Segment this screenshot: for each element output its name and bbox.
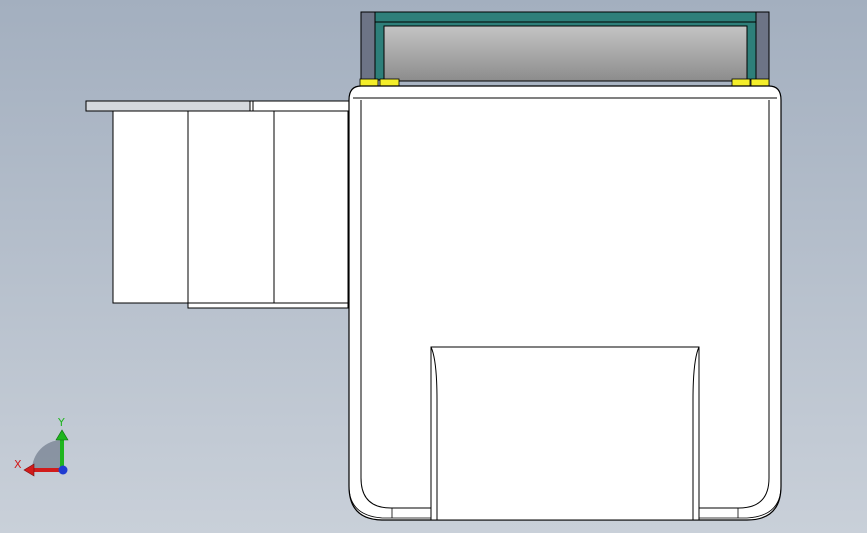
screen-glass [383, 25, 748, 82]
right-post [755, 11, 770, 86]
mount-pad-2 [379, 78, 400, 87]
shelf-panel-left [112, 110, 189, 304]
opening-panel [430, 346, 700, 521]
cad-model-view[interactable]: Y X [0, 0, 867, 533]
cad-graphics-viewport[interactable]: Y X [0, 0, 867, 533]
mount-pad-1 [359, 78, 379, 87]
top-screen-assembly[interactable] [359, 11, 770, 87]
side-shelf-unit[interactable] [85, 100, 351, 309]
y-axis-arrow [55, 429, 69, 441]
mount-pad-4 [750, 78, 770, 87]
coordinate-triad: Y X [14, 416, 69, 477]
triad-quadrant [32, 440, 62, 470]
z-axis-dot [58, 465, 68, 475]
x-axis-label: X [14, 458, 22, 471]
x-axis-arrow [23, 463, 35, 477]
shelf-panel-middle [187, 110, 275, 304]
shelf-top-plate-ext [249, 100, 351, 112]
y-axis-label: Y [57, 416, 65, 429]
mount-pad-3 [731, 78, 751, 87]
front-opening[interactable] [430, 346, 700, 521]
shelf-base-strip [187, 302, 349, 309]
shelf-panel-right [273, 110, 349, 304]
shelf-top-plate [85, 100, 251, 112]
left-post [360, 11, 376, 86]
